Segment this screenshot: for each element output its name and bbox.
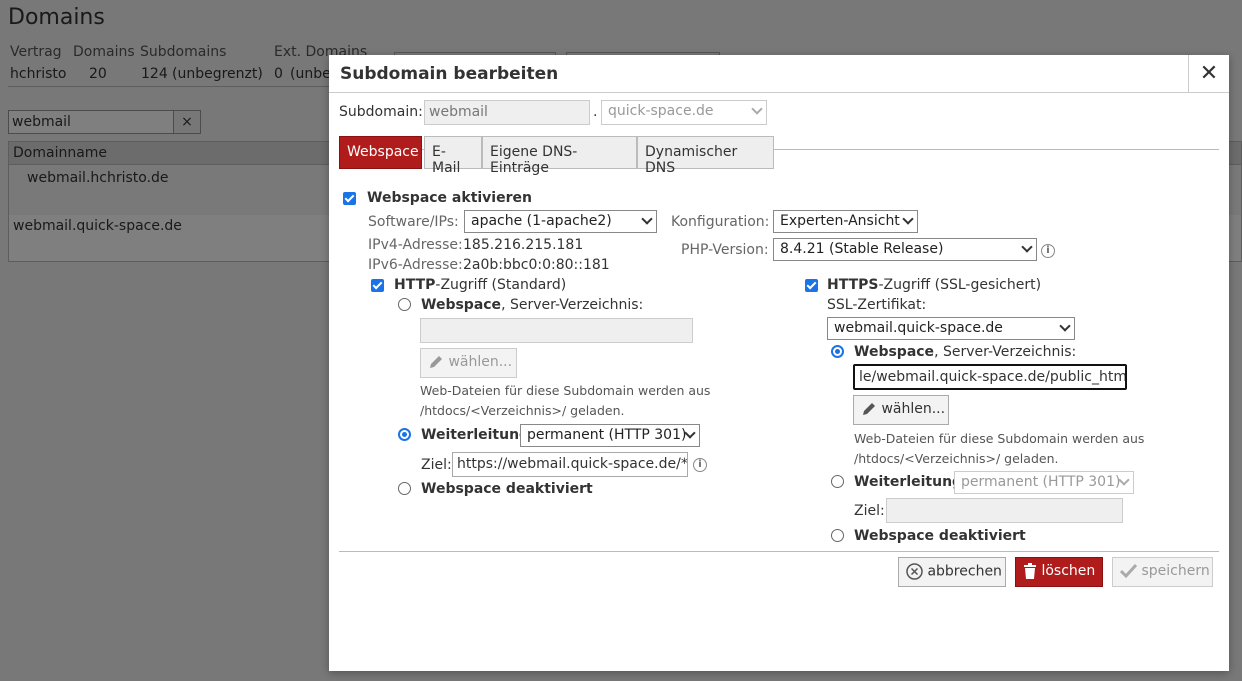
http-redirect-radio[interactable] [398, 428, 411, 441]
domain-select[interactable]: quick-space.de [601, 100, 767, 125]
chevron-down-icon [751, 103, 763, 115]
ipv4-value: 185.216.215.181 [463, 237, 584, 253]
http-choose-button[interactable]: wählen... [420, 348, 517, 378]
software-select-value: apache (1-apache2) [471, 213, 612, 229]
https-choose-label: wählen... [881, 401, 946, 417]
ssl-label: SSL-Zertifikat: [827, 297, 927, 313]
save-button[interactable]: speichern [1112, 557, 1213, 587]
cancel-button[interactable]: abbrechen [898, 557, 1006, 587]
software-select[interactable]: apache (1-apache2) [464, 210, 657, 233]
webspace-activate-checkbox[interactable] [343, 192, 356, 205]
subdomain-label: Subdomain: [339, 104, 423, 120]
https-label-bold: HTTPS [827, 277, 879, 293]
https-choose-button[interactable]: wählen... [853, 395, 949, 425]
konfig-select-value: Experten-Ansicht [780, 213, 900, 229]
https-webspace-label: Webspace, Server-Verzeichnis: [854, 344, 1076, 360]
tab-webspace[interactable]: Webspace [339, 136, 422, 169]
http-ziel-input[interactable]: https://webmail.quick-space.de/* [452, 452, 688, 477]
http-webspace-bold: Webspace [421, 297, 502, 313]
tab-dynamic-dns[interactable]: Dynamischer DNS [637, 136, 774, 176]
trash-icon [1024, 563, 1036, 579]
php-select[interactable]: 8.4.21 (Stable Release) [773, 238, 1037, 261]
http-checkbox[interactable] [371, 279, 384, 292]
https-deactivated-radio[interactable] [831, 529, 844, 542]
save-label: speichern [1141, 563, 1210, 579]
https-dir-input[interactable]: le/webmail.quick-space.de/public_html [853, 364, 1127, 390]
https-redirect-label: Weiterleitung [854, 474, 963, 490]
https-label-rest: -Zugriff (SSL-gesichert) [878, 277, 1042, 293]
https-hint-2: /htdocs/<Verzeichnis>/ geladen. [854, 451, 1059, 466]
https-webspace-radio[interactable] [831, 345, 844, 358]
https-ziel-input[interactable] [886, 498, 1123, 523]
https-redirect-select[interactable]: permanent (HTTP 301) [954, 471, 1134, 494]
pencil-icon [863, 403, 875, 415]
http-dir-input[interactable] [420, 318, 693, 343]
https-deactivated-label: Webspace deaktiviert [854, 528, 1026, 544]
tab-dns-entries[interactable]: Eigene DNS-Einträge [482, 136, 637, 176]
http-deactivated-radio[interactable] [398, 482, 411, 495]
http-deactivated-label: Webspace deaktiviert [421, 481, 593, 497]
delete-button[interactable]: löschen [1015, 557, 1103, 587]
edit-subdomain-dialog: Subdomain bearbeiten ✕ Subdomain: webmai… [329, 55, 1229, 671]
http-choose-label: wählen... [448, 354, 513, 370]
http-webspace-radio[interactable] [398, 298, 411, 311]
delete-label: löschen [1041, 563, 1096, 579]
chevron-down-icon [902, 213, 914, 225]
chevron-down-icon [1059, 320, 1071, 332]
checkmark-icon [1120, 563, 1137, 579]
info-icon[interactable]: i [1041, 244, 1055, 258]
ipv4-label: IPv4-Adresse: [368, 237, 463, 253]
http-webspace-rest: , Server-Verzeichnis: [501, 297, 644, 313]
https-webspace-rest: , Server-Verzeichnis: [934, 344, 1077, 360]
cancel-circle-icon [906, 563, 923, 580]
footer-divider [339, 551, 1219, 552]
php-select-value: 8.4.21 (Stable Release) [780, 241, 944, 257]
https-redirect-radio[interactable] [831, 475, 844, 488]
https-webspace-bold: Webspace [854, 344, 935, 360]
http-ziel-label: Ziel: [421, 457, 452, 473]
info-icon[interactable]: i [693, 458, 707, 472]
chevron-down-icon [641, 213, 653, 225]
subdomain-input[interactable]: webmail [424, 100, 590, 125]
software-label: Software/IPs: [368, 214, 459, 230]
https-checkbox[interactable] [805, 279, 818, 292]
dialog-header: Subdomain bearbeiten ✕ [329, 55, 1229, 93]
konfig-label: Konfiguration: [671, 214, 770, 230]
http-label-rest: -Zugriff (Standard) [435, 277, 567, 293]
ssl-select-value: webmail.quick-space.de [834, 320, 1003, 336]
http-hint-2: /htdocs/<Verzeichnis>/ geladen. [420, 403, 625, 418]
https-redirect-select-value: permanent (HTTP 301) [961, 474, 1121, 490]
http-redirect-label: Weiterleitung [421, 427, 530, 443]
dialog-title: Subdomain bearbeiten [340, 64, 559, 84]
http-redirect-select-value: permanent (HTTP 301) [527, 427, 687, 443]
ipv6-label: IPv6-Adresse: [368, 257, 463, 273]
chevron-down-icon [1021, 241, 1033, 253]
konfig-select[interactable]: Experten-Ansicht [773, 210, 918, 233]
http-redirect-select[interactable]: permanent (HTTP 301) [520, 424, 700, 447]
ipv6-value: 2a0b:bbc0:0:80::181 [463, 257, 610, 273]
http-hint-1: Web-Dateien für diese Subdomain werden a… [420, 383, 711, 398]
ssl-select[interactable]: webmail.quick-space.de [827, 317, 1075, 340]
https-label: HTTPS-Zugriff (SSL-gesichert) [827, 277, 1041, 293]
http-label-bold: HTTP [394, 277, 436, 293]
pencil-icon [430, 356, 442, 368]
domain-select-value: quick-space.de [608, 103, 714, 119]
tab-email[interactable]: E-Mail [424, 136, 482, 176]
close-icon[interactable]: ✕ [1188, 55, 1229, 93]
cancel-label: abbrechen [927, 563, 1002, 580]
webspace-activate-label: Webspace aktivieren [367, 190, 532, 206]
https-hint-1: Web-Dateien für diese Subdomain werden a… [854, 431, 1145, 446]
dot-separator: . [593, 104, 598, 120]
php-label: PHP-Version: [681, 242, 769, 258]
https-ziel-label: Ziel: [854, 503, 885, 519]
http-webspace-label: Webspace, Server-Verzeichnis: [421, 297, 643, 313]
http-label: HTTP-Zugriff (Standard) [394, 277, 566, 293]
